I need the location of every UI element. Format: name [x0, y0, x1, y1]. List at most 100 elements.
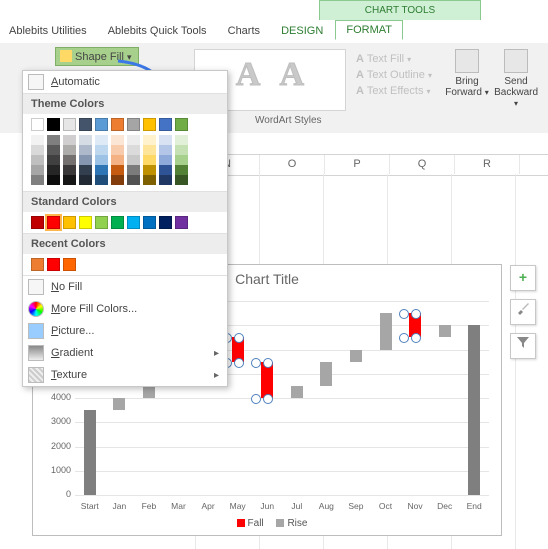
color-swatch[interactable] [63, 165, 76, 175]
color-swatch[interactable] [63, 258, 76, 271]
color-swatch[interactable] [47, 258, 60, 271]
color-swatch[interactable] [31, 216, 44, 229]
color-swatch[interactable] [31, 258, 44, 271]
color-swatch[interactable] [127, 216, 140, 229]
tab-format[interactable]: FORMAT [335, 20, 403, 40]
color-swatch[interactable] [47, 165, 60, 175]
picture-fill[interactable]: Picture... [23, 320, 227, 342]
col-head-o[interactable]: O [260, 155, 325, 174]
tab-ablebits-quick-tools[interactable]: Ablebits Quick Tools [99, 21, 216, 40]
color-swatch[interactable] [63, 118, 76, 131]
fill-automatic[interactable]: Automatic [23, 71, 227, 93]
text-effects-button[interactable]: A Text Effects ▾ [356, 85, 436, 97]
color-swatch[interactable] [175, 155, 188, 165]
color-swatch[interactable] [159, 118, 172, 131]
color-swatch[interactable] [95, 145, 108, 155]
color-swatch[interactable] [95, 135, 108, 145]
color-swatch[interactable] [143, 216, 156, 229]
send-backward-button[interactable]: Send Backward ▾ [493, 49, 539, 109]
selection-handle[interactable] [399, 333, 409, 343]
color-swatch[interactable] [31, 118, 44, 131]
selection-handle[interactable] [263, 358, 273, 368]
chart-bar-start[interactable] [84, 410, 96, 495]
color-swatch[interactable] [111, 155, 124, 165]
chart-bar-aug[interactable] [320, 362, 332, 386]
chart-filters-button[interactable] [510, 333, 536, 359]
color-swatch[interactable] [31, 135, 44, 145]
color-swatch[interactable] [111, 216, 124, 229]
color-swatch[interactable] [175, 118, 188, 131]
color-swatch[interactable] [175, 216, 188, 229]
chart-bar-end[interactable] [468, 325, 480, 495]
color-swatch[interactable] [159, 135, 172, 145]
chart-bar-dec[interactable] [439, 325, 451, 337]
color-swatch[interactable] [79, 175, 92, 185]
color-swatch[interactable] [159, 155, 172, 165]
color-swatch[interactable] [63, 155, 76, 165]
col-head-r[interactable]: R [455, 155, 520, 174]
color-swatch[interactable] [143, 135, 156, 145]
color-swatch[interactable] [47, 216, 60, 229]
more-fill-colors[interactable]: More Fill Colors... [23, 298, 227, 320]
color-swatch[interactable] [175, 135, 188, 145]
color-swatch[interactable] [111, 135, 124, 145]
chart-bar-oct[interactable] [380, 313, 392, 349]
color-swatch[interactable] [127, 155, 140, 165]
chart-elements-button[interactable]: + [510, 265, 536, 291]
wordart-style-2[interactable]: A [280, 56, 305, 94]
shape-fill-button[interactable]: Shape Fill ▾ [55, 47, 139, 66]
tab-ablebits-utilities[interactable]: Ablebits Utilities [0, 21, 96, 40]
color-swatch[interactable] [79, 155, 92, 165]
color-swatch[interactable] [63, 175, 76, 185]
color-swatch[interactable] [127, 175, 140, 185]
color-swatch[interactable] [111, 145, 124, 155]
color-swatch[interactable] [159, 165, 172, 175]
color-swatch[interactable] [95, 165, 108, 175]
tab-charts[interactable]: Charts [219, 21, 269, 40]
color-swatch[interactable] [127, 118, 140, 131]
color-swatch[interactable] [79, 118, 92, 131]
color-swatch[interactable] [63, 145, 76, 155]
col-head-q[interactable]: Q [390, 155, 455, 174]
text-outline-button[interactable]: A Text Outline ▾ [356, 69, 436, 81]
no-fill[interactable]: No Fill [23, 276, 227, 298]
color-swatch[interactable] [31, 165, 44, 175]
color-swatch[interactable] [143, 145, 156, 155]
color-swatch[interactable] [175, 145, 188, 155]
chart-bar-jul[interactable] [291, 386, 303, 398]
color-swatch[interactable] [47, 135, 60, 145]
color-swatch[interactable] [47, 155, 60, 165]
color-swatch[interactable] [111, 118, 124, 131]
color-swatch[interactable] [175, 165, 188, 175]
color-swatch[interactable] [47, 118, 60, 131]
color-swatch[interactable] [47, 145, 60, 155]
bring-forward-button[interactable]: Bring Forward ▾ [444, 49, 490, 98]
color-swatch[interactable] [63, 216, 76, 229]
color-swatch[interactable] [159, 145, 172, 155]
chart-bar-jan[interactable] [113, 398, 125, 410]
col-head-p[interactable]: P [325, 155, 390, 174]
color-swatch[interactable] [175, 175, 188, 185]
color-swatch[interactable] [79, 145, 92, 155]
color-swatch[interactable] [47, 175, 60, 185]
color-swatch[interactable] [31, 175, 44, 185]
selection-handle[interactable] [399, 309, 409, 319]
selection-handle[interactable] [263, 394, 273, 404]
chart-bar-sep[interactable] [350, 350, 362, 362]
color-swatch[interactable] [95, 175, 108, 185]
selection-handle[interactable] [251, 358, 261, 368]
wordart-style-1[interactable]: A [236, 56, 261, 94]
color-swatch[interactable] [143, 155, 156, 165]
selection-handle[interactable] [234, 358, 244, 368]
color-swatch[interactable] [143, 175, 156, 185]
color-swatch[interactable] [159, 216, 172, 229]
texture-fill[interactable]: Texture▸ [23, 364, 227, 386]
color-swatch[interactable] [111, 165, 124, 175]
color-swatch[interactable] [79, 216, 92, 229]
tab-design[interactable]: DESIGN [272, 21, 332, 40]
color-swatch[interactable] [95, 118, 108, 131]
chart-styles-button[interactable] [510, 299, 536, 325]
color-swatch[interactable] [79, 165, 92, 175]
selection-handle[interactable] [234, 333, 244, 343]
color-swatch[interactable] [31, 155, 44, 165]
